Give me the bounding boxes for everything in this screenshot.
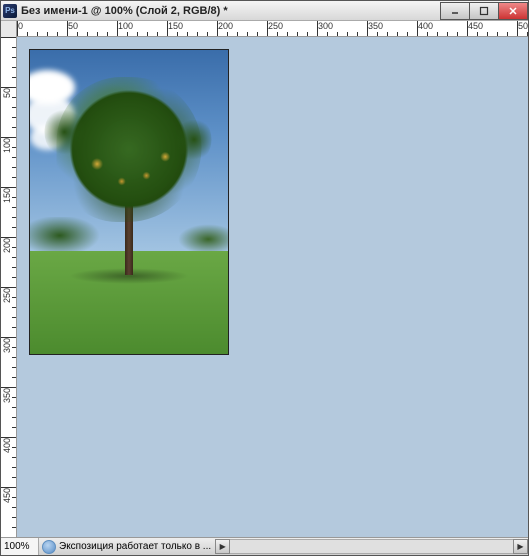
ruler-tick-label: 400 <box>2 438 12 453</box>
tree-leaf-highlights <box>57 77 202 222</box>
window-controls <box>441 2 528 20</box>
ruler-tick-label: 100 <box>118 21 133 31</box>
minimize-button[interactable] <box>440 2 470 20</box>
ruler-tick-label: 300 <box>2 338 12 353</box>
ruler-tick-label: 350 <box>2 388 12 403</box>
horizontal-ruler[interactable]: 0 50 100 150 200 250 300 350 400 450 500 <box>17 21 528 36</box>
ruler-tick-label: 50 <box>2 88 12 98</box>
main-row: 50100150200250300350400450500 <box>1 37 528 537</box>
status-menu-arrow[interactable]: ▶ <box>215 539 230 554</box>
ruler-tick-label: 250 <box>2 288 12 303</box>
statusbar: 100% Экспозиция работает только в ... ▶ … <box>1 537 528 555</box>
document-title: Без имени-1 @ 100% (Слой 2, RGB/8) * <box>21 5 441 17</box>
ruler-tick-label: 150 <box>2 188 12 203</box>
ruler-tick-label: 0 <box>18 21 23 31</box>
ruler-tick-label: 200 <box>2 238 12 253</box>
document-window: Ps Без имени-1 @ 100% (Слой 2, RGB/8) * … <box>0 0 529 556</box>
ruler-tick-label: 500 <box>518 21 528 31</box>
ruler-tick-label: 350 <box>368 21 383 31</box>
close-button[interactable] <box>498 2 528 20</box>
ruler-tick-label: 450 <box>2 488 12 503</box>
status-message: Экспозиция работает только в ... <box>59 541 215 552</box>
ruler-tick-label: 150 <box>168 21 183 31</box>
horizontal-scrollbar[interactable] <box>230 539 513 554</box>
ruler-tick-label: 50 <box>68 21 78 31</box>
ruler-tick-label: 200 <box>218 21 233 31</box>
image-layer-tree[interactable] <box>29 49 229 355</box>
zoom-level-input[interactable]: 100% <box>1 538 39 555</box>
titlebar[interactable]: Ps Без имени-1 @ 100% (Слой 2, RGB/8) * <box>1 1 528 21</box>
canvas[interactable] <box>17 37 528 537</box>
ruler-tick-label: 250 <box>268 21 283 31</box>
maximize-button[interactable] <box>469 2 499 20</box>
photoshop-app-icon: Ps <box>3 4 17 18</box>
ruler-tick-label: 400 <box>418 21 433 31</box>
ruler-tick-label: 100 <box>2 138 12 153</box>
scroll-right-button[interactable]: ▶ <box>513 539 528 554</box>
ruler-tick-label: 450 <box>468 21 483 31</box>
ruler-tick-label: 300 <box>318 21 333 31</box>
document-body: 0 50 100 150 200 250 300 350 400 450 500 50 100 150 2… <box>1 21 528 555</box>
vertical-ruler[interactable]: 50100150200250300350400450500 <box>1 37 17 537</box>
ruler-origin[interactable] <box>1 21 17 37</box>
info-icon[interactable] <box>42 540 56 554</box>
top-ruler-row: 0 50 100 150 200 250 300 350 400 450 500 <box>1 21 528 37</box>
